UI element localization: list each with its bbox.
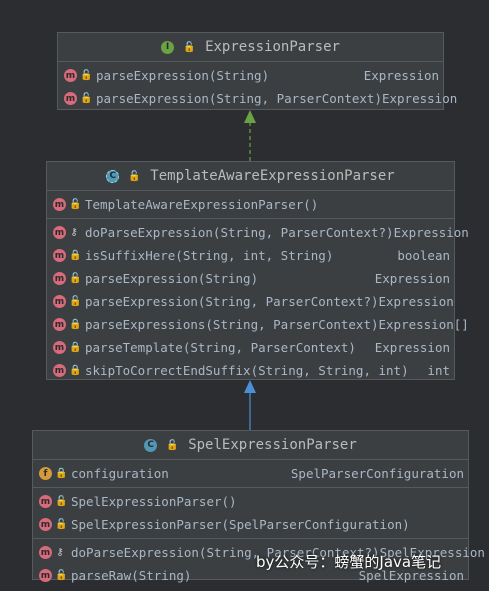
class-icon: C bbox=[144, 438, 158, 452]
return-type: Expression bbox=[374, 340, 450, 355]
return-type: Expression bbox=[374, 271, 450, 286]
method-icon: m bbox=[64, 92, 77, 105]
abstract-class-icon: C bbox=[106, 169, 120, 183]
return-type: Expression[] bbox=[378, 317, 469, 332]
method-icon: m bbox=[53, 318, 66, 331]
field-type: SpelParserConfiguration bbox=[290, 466, 464, 481]
method-row[interactable]: m 🔓 parseExpression(String) Expression bbox=[47, 267, 454, 290]
method-row[interactable]: m 🔒 parseTemplate(String, ParserContext)… bbox=[47, 336, 454, 359]
private-lock-icon: 🔒 bbox=[55, 468, 68, 479]
method-row[interactable]: m 🔓 parseExpression(String, ParserContex… bbox=[47, 290, 454, 313]
watermark: by公众号：螃蟹的Java笔记 bbox=[256, 553, 442, 571]
method-icon: m bbox=[39, 495, 52, 508]
constructor-row[interactable]: m 🔓 SpelExpressionParser() bbox=[33, 490, 468, 513]
method-icon: m bbox=[53, 341, 66, 354]
method-icon: m bbox=[53, 272, 66, 285]
constructor-signature: TemplateAwareExpressionParser() bbox=[85, 197, 319, 212]
method-signature: skipToCorrectEndSuffix(String, String, i… bbox=[85, 363, 409, 378]
return-type: Expression bbox=[378, 294, 454, 309]
private-lock-icon: 🔒 bbox=[69, 342, 82, 353]
protected-key-icon: ⚷ bbox=[70, 227, 78, 238]
template-parser-title: C 🔓 TemplateAwareExpressionParser bbox=[47, 162, 454, 191]
method-signature: doParseExpression(String, ParserContext?… bbox=[85, 225, 394, 240]
method-row[interactable]: m 🔓 parseExpression(String, ParserContex… bbox=[58, 87, 457, 110]
return-type: Expression bbox=[393, 225, 469, 240]
method-signature: parseTemplate(String, ParserContext) bbox=[85, 340, 356, 355]
interface-icon: I bbox=[161, 40, 175, 54]
public-lock-icon: 🔓 bbox=[80, 93, 93, 104]
public-lock-icon: 🔓 bbox=[55, 496, 68, 507]
public-lock-icon: 🔓 bbox=[55, 519, 68, 530]
return-type: Expression bbox=[381, 91, 458, 106]
method-icon: m bbox=[53, 295, 66, 308]
method-row[interactable]: m ⚷ doParseExpression(String, ParserCont… bbox=[47, 221, 469, 244]
field-row[interactable]: f 🔒 configuration SpelParserConfiguratio… bbox=[33, 462, 468, 485]
public-lock-icon: 🔓 bbox=[55, 570, 68, 581]
private-lock-icon: 🔒 bbox=[69, 319, 82, 330]
abstract-method-icon: m bbox=[53, 226, 66, 239]
public-lock-icon: 🔓 bbox=[80, 70, 93, 81]
method-icon: m bbox=[53, 364, 66, 377]
constructor-row[interactable]: m 🔓 SpelExpressionParser(SpelParserConfi… bbox=[33, 513, 468, 536]
constructor-row[interactable]: m 🔓 TemplateAwareExpressionParser() bbox=[47, 193, 454, 216]
class-name: ExpressionParser bbox=[205, 39, 340, 55]
field-icon: f bbox=[39, 467, 52, 480]
method-icon: m bbox=[53, 198, 66, 211]
method-icon: m bbox=[39, 569, 52, 582]
return-type: boolean bbox=[397, 248, 450, 263]
fields-section: f 🔒 configuration SpelParserConfiguratio… bbox=[33, 460, 468, 488]
method-signature: parseExpression(String) bbox=[96, 68, 270, 83]
template-parser-box[interactable]: C 🔓 TemplateAwareExpressionParser m 🔓 Te… bbox=[46, 161, 469, 380]
class-name: TemplateAwareExpressionParser bbox=[150, 168, 395, 184]
public-lock-icon: 🔓 bbox=[69, 273, 82, 284]
method-signature: parseExpression(String) bbox=[85, 271, 259, 286]
constructors-section: m 🔓 TemplateAwareExpressionParser() bbox=[47, 191, 454, 219]
field-name: configuration bbox=[71, 466, 169, 481]
constructors-section: m 🔓 SpelExpressionParser() m 🔓 SpelExpre… bbox=[33, 488, 468, 539]
method-icon: m bbox=[39, 518, 52, 531]
constructor-signature: SpelExpressionParser(SpelParserConfigura… bbox=[71, 517, 410, 532]
public-lock-icon: 🔓 bbox=[166, 439, 179, 451]
return-type: Expression bbox=[363, 68, 439, 83]
method-row[interactable]: m 🔓 parseExpression(String) Expression bbox=[58, 64, 443, 87]
expression-parser-box[interactable]: I 🔓 ExpressionParser m 🔓 parseExpression… bbox=[57, 32, 457, 112]
method-icon: m bbox=[64, 69, 77, 82]
method-icon: m bbox=[39, 546, 52, 559]
methods-section: m 🔓 parseExpression(String) Expression m… bbox=[58, 62, 457, 112]
methods-section: m ⚷ doParseExpression(String, ParserCont… bbox=[47, 219, 469, 384]
method-row[interactable]: m 🔒 isSuffixHere(String, int, String) bo… bbox=[47, 244, 454, 267]
public-lock-icon: 🔓 bbox=[128, 170, 141, 182]
constructor-signature: SpelExpressionParser() bbox=[71, 494, 237, 509]
method-signature: parseExpression(String, ParserContext?) bbox=[85, 294, 379, 309]
private-lock-icon: 🔒 bbox=[69, 365, 82, 376]
method-row[interactable]: m 🔒 parseExpressions(String, ParserConte… bbox=[47, 313, 469, 336]
method-row[interactable]: m 🔒 skipToCorrectEndSuffix(String, Strin… bbox=[47, 359, 454, 382]
method-signature: parseExpression(String, ParserContext) bbox=[96, 91, 382, 106]
method-icon: m bbox=[53, 249, 66, 262]
private-lock-icon: 🔒 bbox=[69, 250, 82, 261]
protected-key-icon: ⚷ bbox=[56, 547, 64, 558]
public-lock-icon: 🔓 bbox=[69, 296, 82, 307]
expression-parser-title: I 🔓 ExpressionParser bbox=[58, 33, 443, 62]
return-type: int bbox=[427, 363, 450, 378]
public-lock-icon: 🔓 bbox=[183, 41, 196, 53]
class-name: SpelExpressionParser bbox=[188, 437, 357, 453]
public-lock-icon: 🔓 bbox=[69, 199, 82, 210]
method-signature: parseExpressions(String, ParserContext) bbox=[85, 317, 379, 332]
method-signature: isSuffixHere(String, int, String) bbox=[85, 248, 334, 263]
spel-parser-title: C 🔓 SpelExpressionParser bbox=[33, 431, 468, 460]
